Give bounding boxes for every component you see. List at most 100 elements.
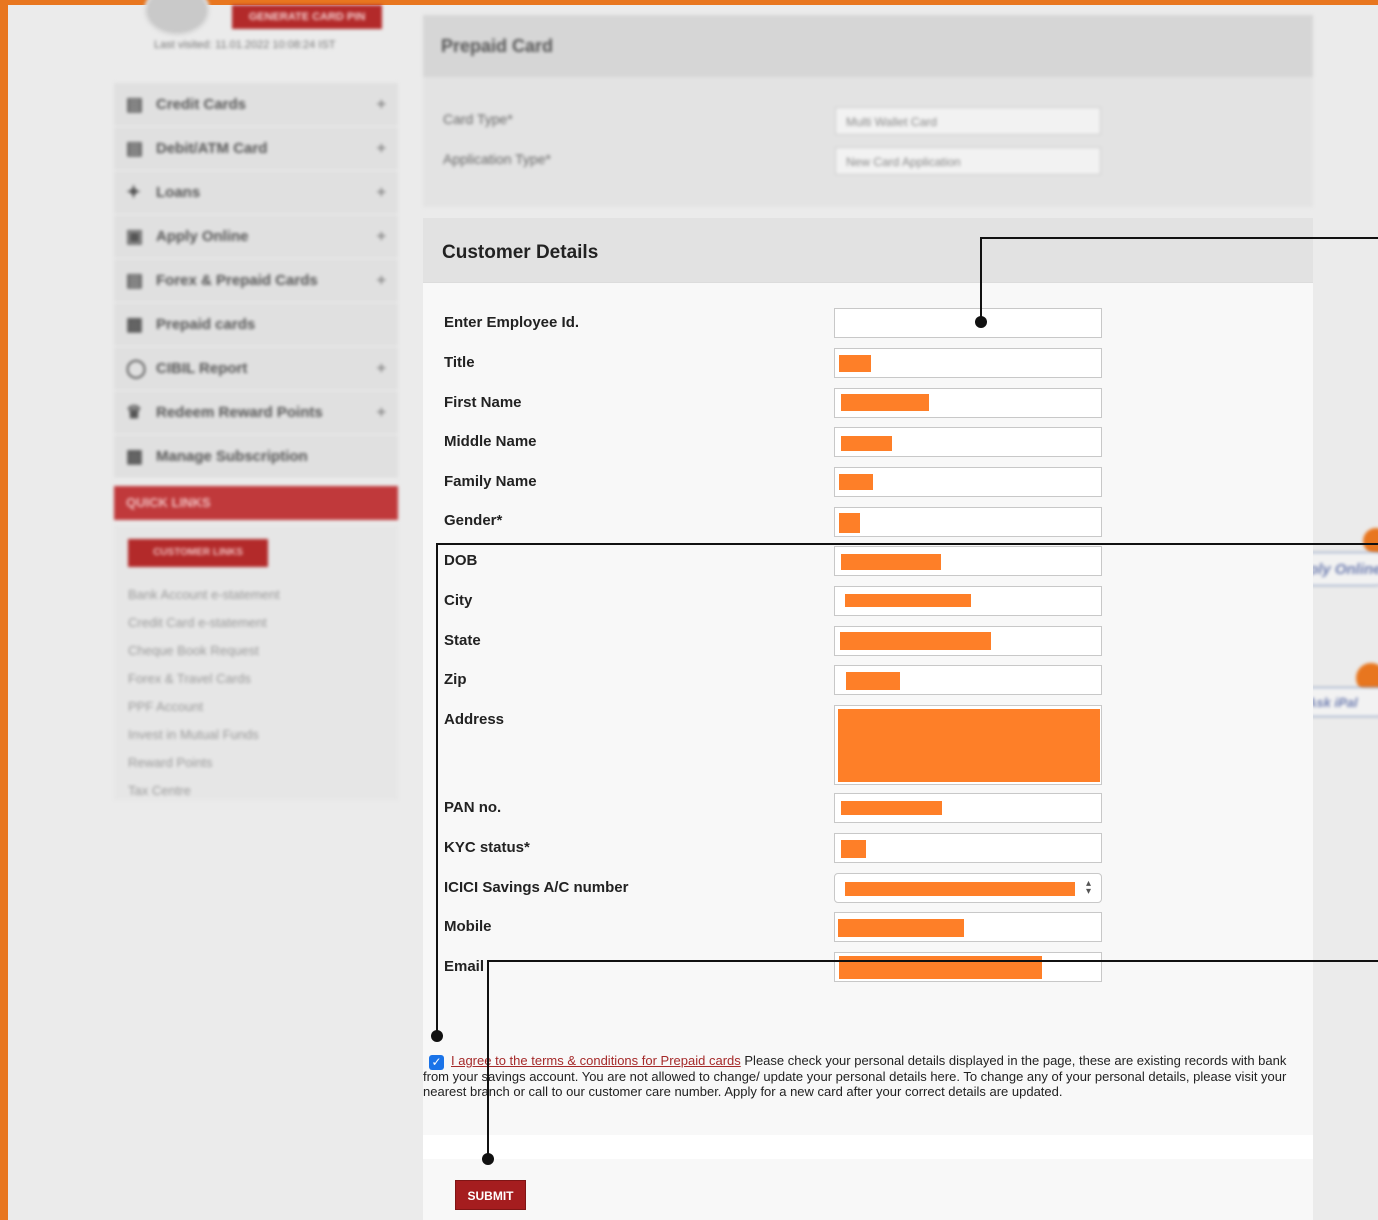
redacted-value [839,355,871,372]
sidebar-item-forex[interactable]: ▤ Forex & Prepaid Cards + [114,259,398,303]
employee-id-input[interactable] [834,308,1102,338]
sidebar-item-subscription[interactable]: ▩ Manage Subscription [114,435,398,479]
redacted-value [841,436,892,451]
redacted-value [846,672,900,690]
expand-plus-icon[interactable]: + [377,404,386,422]
redacted-value [845,594,971,607]
sidebar-item-apply-online[interactable]: ▣ Apply Online + [114,215,398,259]
quick-link[interactable]: Tax Centre [128,777,280,805]
gender-field[interactable] [834,507,1102,537]
sidebar-item-label: Apply Online [156,228,249,245]
cards-icon: ▤ [126,138,144,158]
title-label: Title [444,354,475,371]
sidebar-item-label: Redeem Reward Points [156,404,323,421]
city-field[interactable] [834,586,1102,616]
pan-label: PAN no. [444,799,502,816]
family-name-field[interactable] [834,467,1102,497]
city-label: City [444,592,473,609]
quick-link[interactable]: Reward Points [128,749,280,777]
kyc-status-field[interactable] [834,833,1102,863]
sidebar-item-rewards[interactable]: ♛ Redeem Reward Points + [114,391,398,435]
handshake-icon: ✦ [126,182,142,202]
zip-field[interactable] [834,665,1102,695]
quick-links-list: Bank Account e-statement Credit Card e-s… [128,581,280,805]
sidebar-item-credit-cards[interactable]: ▤ Credit Cards + [114,83,398,127]
sidebar-item-cibil[interactable]: ◯ CIBIL Report + [114,347,398,391]
sidebar-item-label: Forex & Prepaid Cards [156,272,318,289]
terms-checkbox[interactable]: ✓ [429,1055,444,1070]
expand-plus-icon[interactable]: + [377,272,386,290]
application-type-select[interactable]: New Card Application [835,147,1101,175]
terms-paragraph: I agree to the terms & conditions for Pr… [423,1053,1308,1100]
last-visited-text: Last visited: 11.01.2022 10:08:24 IST [154,39,336,51]
sidebar-item-label: CIBIL Report [156,360,248,377]
family-name-label: Family Name [444,473,537,490]
prepaid-card-section: Prepaid Card Card Type* Multi Wallet Car… [423,15,1313,207]
expand-plus-icon[interactable]: + [377,360,386,378]
mobile-field[interactable] [834,912,1102,942]
state-label: State [444,632,481,649]
card-type-label: Card Type* [443,111,513,127]
savings-account-label: ICICI Savings A/C number [444,879,629,896]
expand-plus-icon[interactable]: + [377,228,386,246]
redacted-value [845,882,1075,896]
expand-plus-icon[interactable]: + [377,96,386,114]
first-name-field[interactable] [834,388,1102,418]
email-field[interactable] [834,952,1102,982]
employee-id-label: Enter Employee Id. [444,314,580,331]
pan-field[interactable] [834,793,1102,823]
customer-details-card: Customer Details Enter Employee Id. Titl… [423,218,1313,1220]
sidebar-item-loans[interactable]: ✦ Loans + [114,171,398,215]
title-field[interactable] [834,348,1102,378]
customer-details-title: Customer Details [442,242,599,263]
sidebar-item-label: Prepaid cards [156,316,256,333]
quick-link[interactable]: Bank Account e-statement [128,581,280,609]
quick-links-header[interactable]: QUICK LINKS [114,486,398,520]
card-type-select[interactable]: Multi Wallet Card [835,107,1101,135]
redacted-value [841,840,866,858]
quick-link[interactable]: PPF Account [128,693,280,721]
page-background: GENERATE CARD PIN Last visited: 11.01.20… [8,0,1378,1220]
sidebar-menu: ▤ Credit Cards + ▤ Debit/ATM Card + ✦ Loans + … [114,83,398,479]
redacted-value [839,956,1042,979]
quick-link[interactable]: Credit Card e-statement [128,609,280,637]
sidebar-item-prepaid-cards[interactable]: ▩ Prepaid cards [114,303,398,347]
customer-links-button[interactable]: CUSTOMER LINKS [128,539,268,567]
quick-link[interactable]: Invest in Mutual Funds [128,721,280,749]
dob-label: DOB [444,552,478,569]
email-label: Email [444,958,485,975]
mobile-label: Mobile [444,918,492,935]
terms-link[interactable]: I agree to the terms & conditions for Pr… [451,1053,741,1068]
redacted-value [838,919,964,937]
address-textarea[interactable] [834,705,1102,785]
prepaid-card-title: Prepaid Card [423,15,1313,77]
sidebar-item-label: Loans [156,184,201,201]
generate-card-pin-button[interactable]: GENERATE CARD PIN [232,5,382,29]
notification-dot [1363,528,1378,554]
sidebar: GENERATE CARD PIN Last visited: 11.01.20… [114,0,404,805]
sidebar-item-debit-card[interactable]: ▤ Debit/ATM Card + [114,127,398,171]
middle-name-label: Middle Name [444,433,537,450]
savings-account-select[interactable]: ▴ ▾ [834,873,1102,903]
redacted-value [838,709,1100,782]
monitor-icon: ▣ [126,226,144,246]
gender-label: Gender* [444,512,503,529]
state-field[interactable] [834,626,1102,656]
card-icon: ▩ [126,446,144,466]
redacted-value [841,801,942,815]
quick-link[interactable]: Forex & Travel Cards [128,665,280,693]
quick-links-label: QUICK LINKS [126,495,211,510]
quick-link[interactable]: Cheque Book Request [128,637,280,665]
trophy-icon: ♛ [126,402,143,422]
submit-button[interactable]: SUBMIT [455,1180,526,1210]
cards-icon: ▤ [126,270,144,290]
expand-plus-icon[interactable]: + [377,140,386,158]
redacted-value [841,394,929,411]
terms-agreement: ✓ I agree to the terms & conditions for … [423,1053,1308,1100]
dob-field[interactable] [834,546,1102,576]
orange-frame-left [0,0,8,1220]
middle-name-field[interactable] [834,427,1102,457]
select-arrows-icon: ▴ ▾ [1085,878,1091,897]
expand-plus-icon[interactable]: + [377,184,386,202]
avatar [144,0,210,36]
